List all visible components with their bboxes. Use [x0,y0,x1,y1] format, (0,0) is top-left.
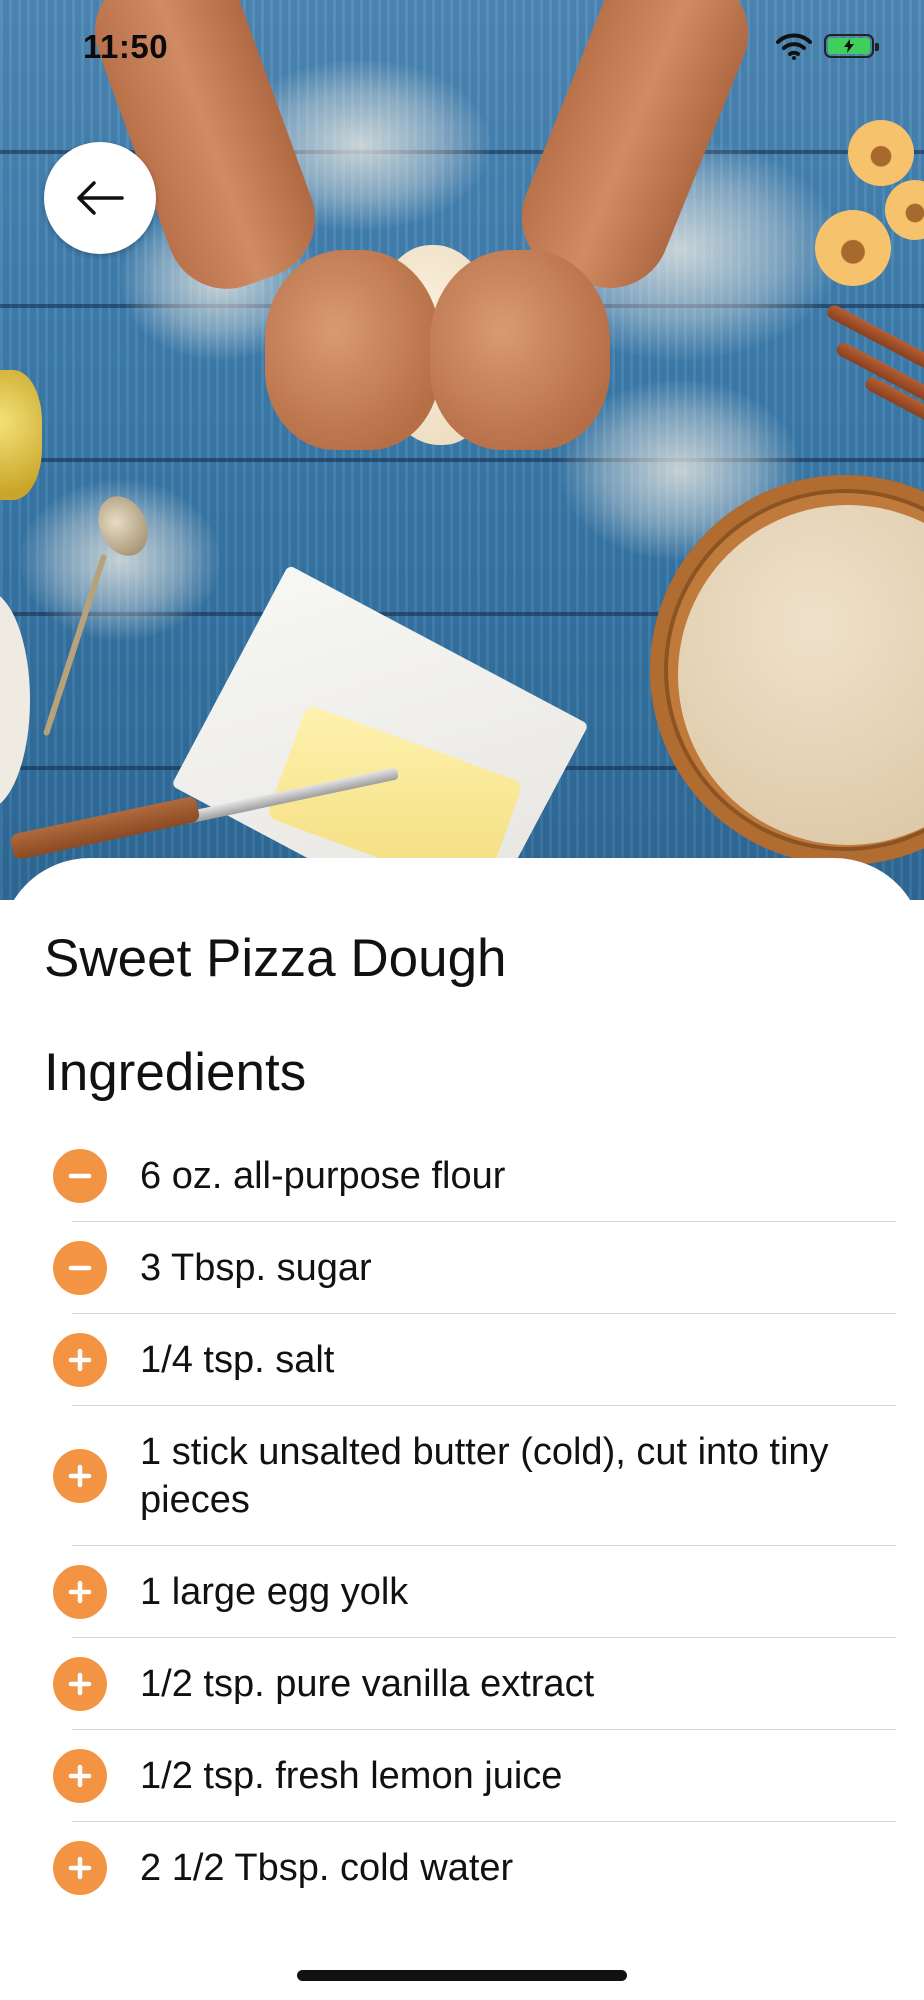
ingredient-item: 3 Tbsp. sugar [0,1222,924,1314]
ingredient-label: 3 Tbsp. sugar [140,1247,372,1289]
ingredient-item: 1/4 tsp. salt [0,1314,924,1406]
ingredient-item: 6 oz. all-purpose flour [0,1130,924,1222]
plus-icon [68,1464,92,1488]
minus-icon [68,1173,92,1179]
plus-icon [68,1672,92,1696]
ingredient-item: 1/2 tsp. pure vanilla extract [0,1638,924,1730]
add-ingredient-button[interactable] [53,1565,107,1619]
add-ingredient-button[interactable] [53,1657,107,1711]
ingredients-heading: Ingredients [44,1043,307,1102]
hero-image [0,0,924,900]
ingredient-item: 1 large egg yolk [0,1546,924,1638]
arrow-left-icon [77,181,124,215]
ingredient-label: 1/2 tsp. fresh lemon juice [140,1755,563,1797]
ingredient-label: 1 stick unsalted butter (cold), cut into… [140,1431,829,1521]
minus-icon [68,1265,92,1271]
ingredient-label: 1/4 tsp. salt [140,1339,335,1381]
wifi-icon [776,33,812,60]
ingredient-list: 6 oz. all-purpose flour 3 Tbsp. sugar 1/… [0,1130,924,1914]
add-ingredient-button[interactable] [53,1333,107,1387]
remove-ingredient-button[interactable] [53,1149,107,1203]
remove-ingredient-button[interactable] [53,1241,107,1295]
ingredient-item: 1 stick unsalted butter (cold), cut into… [0,1406,924,1546]
status-time: 11:50 [83,28,169,65]
add-ingredient-button[interactable] [53,1749,107,1803]
ingredient-item: 2 1/2 Tbsp. cold water [0,1822,924,1914]
plus-icon [68,1580,92,1604]
ingredient-item: 1/2 tsp. fresh lemon juice [0,1730,924,1822]
home-indicator[interactable] [297,1970,627,1981]
ingredient-label: 6 oz. all-purpose flour [140,1155,506,1197]
plus-icon [68,1764,92,1788]
battery-charging-icon [824,34,879,58]
back-button[interactable] [44,142,156,254]
ingredient-label: 1 large egg yolk [140,1571,409,1613]
ingredient-label: 1/2 tsp. pure vanilla extract [140,1663,595,1705]
status-icons [776,32,879,60]
ingredient-label: 2 1/2 Tbsp. cold water [140,1847,514,1889]
plus-icon [68,1348,92,1372]
add-ingredient-button[interactable] [53,1449,107,1503]
recipe-title: Sweet Pizza Dough [44,929,507,988]
plus-icon [68,1856,92,1880]
add-ingredient-button[interactable] [53,1841,107,1895]
